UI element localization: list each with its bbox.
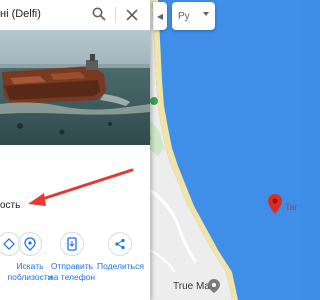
nearby-label-1: Искать xyxy=(16,261,44,271)
chevron-down-icon xyxy=(203,12,209,16)
send-label-1: Отправить xyxy=(50,261,94,271)
nearby-icon xyxy=(18,232,42,256)
share-button[interactable]: Поделиться xyxy=(97,232,144,272)
place-label[interactable]: Tar xyxy=(285,202,298,212)
search-icon[interactable] xyxy=(92,7,106,21)
side-panel: ні (Delfi) ость Искать поблизости Отправ… xyxy=(0,0,150,300)
send-label-2: на телефон xyxy=(49,272,96,282)
nearby-label-2: поблизости xyxy=(7,272,53,282)
place-description-fragment: ость xyxy=(0,200,21,211)
send-to-phone-button[interactable]: Отправить на телефон xyxy=(49,232,95,283)
place-photo[interactable] xyxy=(0,30,150,145)
annotation-arrow xyxy=(28,168,134,206)
search-input[interactable]: ні (Delfi) xyxy=(0,8,41,20)
poi-pin-icon[interactable] xyxy=(208,279,220,293)
search-bar: ні (Delfi) xyxy=(0,0,150,30)
share-icon xyxy=(108,232,132,256)
place-marker-icon[interactable] xyxy=(268,194,282,214)
share-label: Поделиться xyxy=(97,261,144,271)
nearby-button[interactable]: Искать поблизости xyxy=(7,232,53,283)
language-select[interactable]: Ру xyxy=(172,2,215,30)
divider xyxy=(115,7,116,23)
chevron-left-icon: ◀ xyxy=(156,11,164,21)
action-bar: Искать поблизости Отправить на телефон П… xyxy=(0,232,150,292)
collapse-panel-button[interactable]: ◀ xyxy=(153,2,167,30)
language-value: Ру xyxy=(178,10,190,22)
send-to-phone-icon xyxy=(60,232,84,256)
poi-dot[interactable] xyxy=(150,97,158,105)
close-icon[interactable] xyxy=(126,8,138,21)
